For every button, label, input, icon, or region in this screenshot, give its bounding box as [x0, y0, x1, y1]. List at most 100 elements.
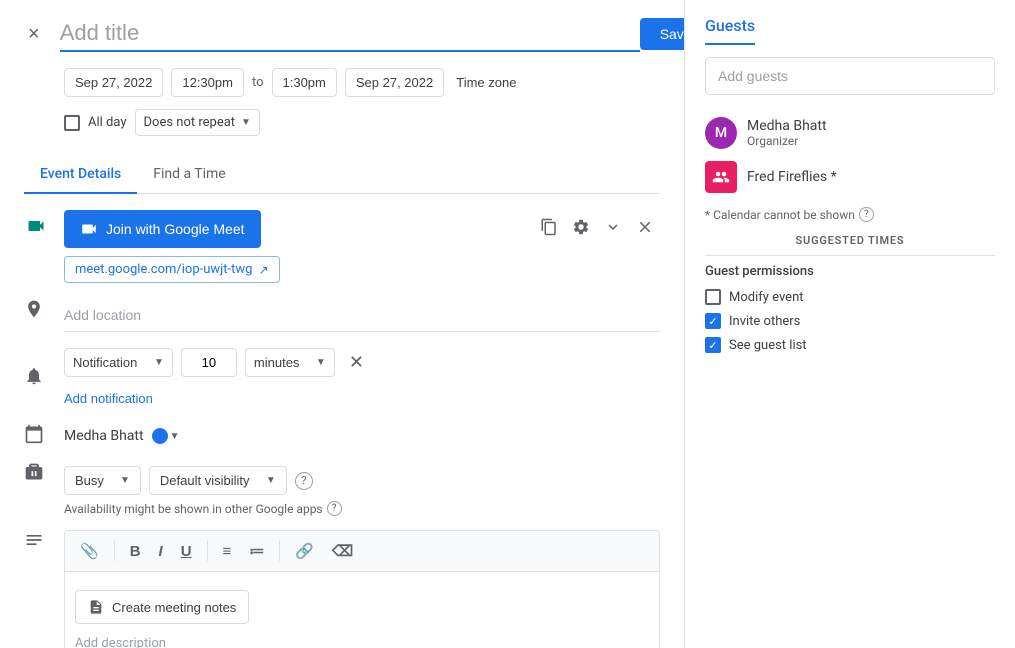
meet-url-text: meet.google.com/iop-uwjt-twg [75, 262, 252, 277]
guest-info: Fred Fireflies * [747, 169, 995, 185]
visibility-select[interactable]: Default visibility [160, 473, 262, 488]
guest-list: M Medha Bhatt Organizer Fred Fireflies * [705, 111, 995, 199]
text-toolbar: 📎 B I U ≡ ≔ 🔗 ⌫ [65, 531, 659, 572]
status-help-icon[interactable]: ? [295, 472, 313, 490]
copy-meet-link-button[interactable] [534, 212, 564, 247]
link-button[interactable]: 🔗 [288, 537, 321, 565]
description-icon [24, 530, 44, 550]
checkmark-icon: ✓ [708, 339, 717, 352]
calendar-icon [24, 424, 44, 444]
guest-role: Organizer [747, 134, 995, 148]
remove-format-button[interactable]: ⌫ [325, 537, 360, 565]
notification-type-wrapper[interactable]: Notification ▼ [64, 348, 173, 377]
attachment-button[interactable]: 📎 [73, 537, 106, 565]
notification-icon-container [24, 366, 48, 390]
see-guest-list-checkbox[interactable]: ✓ [705, 337, 721, 353]
invite-others-checkbox[interactable]: ✓ [705, 313, 721, 329]
busy-arrow-icon: ▼ [120, 475, 130, 486]
close-icon [636, 218, 654, 236]
notification-unit-wrapper[interactable]: minutes ▼ [245, 348, 335, 377]
calendar-row: Medha Bhatt ▼ [64, 428, 660, 444]
status-row: Busy ▼ Default visibility ▼ ? [64, 466, 660, 495]
meet-close-button[interactable] [630, 212, 660, 247]
notification-value-input[interactable] [181, 348, 237, 377]
cannot-show-help-icon[interactable]: ? [859, 207, 874, 222]
end-time-chip[interactable]: 1:30pm [272, 68, 337, 97]
color-arrow-icon: ▼ [170, 431, 180, 442]
tabs-container: Event Details Find a Time [24, 156, 660, 194]
availability-text: Availability might be shown in other Goo… [64, 501, 660, 516]
location-icon [24, 299, 44, 319]
list-item: M Medha Bhatt Organizer [705, 111, 995, 155]
repeat-arrow-icon: ▼ [241, 117, 251, 128]
notification-unit-select[interactable]: minutes [254, 355, 312, 370]
notification-type-select[interactable]: Notification [73, 355, 150, 370]
close-button[interactable]: × [24, 19, 44, 50]
guest-name: Fred Fireflies * [747, 169, 995, 185]
event-title-input[interactable] [60, 16, 640, 52]
repeat-dropdown[interactable]: Does not repeat ▼ [135, 109, 260, 136]
notes-icon [88, 599, 104, 615]
permission-row-invite: ✓ Invite others [705, 313, 995, 329]
create-meeting-notes-button[interactable]: Create meeting notes [75, 590, 249, 624]
allday-label: All day [88, 115, 127, 130]
repeat-label: Does not repeat [144, 115, 236, 130]
calendar-color-picker[interactable]: ▼ [152, 428, 180, 444]
chevron-down-icon [604, 218, 622, 236]
suggested-times-label: SUGGESTED TIMES [705, 234, 995, 247]
status-section: Busy ▼ Default visibility ▼ ? Availabili… [64, 462, 660, 516]
join-meet-button[interactable]: Join with Google Meet [64, 210, 261, 248]
availability-help-icon[interactable]: ? [327, 501, 342, 516]
location-input[interactable] [64, 299, 660, 332]
toolbar-divider-3 [279, 541, 280, 561]
description-section: 📎 B I U ≡ ≔ 🔗 ⌫ [64, 530, 660, 648]
tab-event-details[interactable]: Event Details [24, 156, 137, 194]
notif-unit-arrow-icon: ▼ [316, 357, 326, 368]
end-date-chip[interactable]: Sep 27, 2022 [345, 68, 444, 97]
modify-event-label: Modify event [729, 290, 804, 305]
add-description-placeholder[interactable]: Add description [75, 632, 649, 648]
meet-icon [80, 220, 98, 238]
add-notification-button[interactable]: Add notification [64, 387, 153, 410]
google-meet-icon [24, 214, 48, 238]
visibility-wrapper[interactable]: Default visibility ▼ [149, 466, 287, 495]
meet-expand-button[interactable] [598, 212, 628, 247]
notification-section: Notification ▼ minutes ▼ ✕ Add notificat… [64, 346, 660, 410]
status-icon-container [24, 462, 48, 486]
bell-icon [24, 366, 44, 386]
guest-name: Medha Bhatt [747, 118, 995, 134]
unordered-list-button[interactable]: ≔ [242, 537, 271, 565]
meet-settings-button[interactable] [566, 212, 596, 247]
allday-checkbox[interactable] [64, 115, 80, 131]
avatar [705, 161, 737, 193]
owner-name: Medha Bhatt [64, 428, 144, 444]
underline-button[interactable]: U [174, 538, 199, 565]
bold-button[interactable]: B [123, 538, 148, 565]
permission-row-modify: Modify event [705, 289, 995, 305]
start-date-chip[interactable]: Sep 27, 2022 [64, 68, 163, 97]
busy-status-wrapper[interactable]: Busy ▼ [64, 466, 141, 495]
description-content: Create meeting notes Add description [65, 572, 659, 648]
gear-icon [572, 218, 590, 236]
permission-row-see-guests: ✓ See guest list [705, 337, 995, 353]
avatar: M [705, 117, 737, 149]
add-guests-input[interactable] [705, 57, 995, 95]
timezone-button[interactable]: Time zone [452, 69, 520, 96]
description-icon-container [24, 530, 48, 554]
see-guest-list-label: See guest list [729, 338, 807, 353]
notification-row: Notification ▼ minutes ▼ ✕ [64, 346, 660, 379]
save-button[interactable]: Save [640, 18, 685, 50]
busy-status-select[interactable]: Busy [75, 473, 116, 488]
meet-url[interactable]: meet.google.com/iop-uwjt-twg ↗ [64, 256, 280, 283]
remove-notification-button[interactable]: ✕ [343, 346, 370, 379]
modify-event-checkbox[interactable] [705, 289, 721, 305]
tab-find-time[interactable]: Find a Time [137, 156, 242, 194]
start-time-chip[interactable]: 12:30pm [171, 68, 244, 97]
guest-info: Medha Bhatt Organizer [747, 118, 995, 148]
cannot-show-text: * Calendar cannot be shown ? [705, 207, 995, 222]
italic-button[interactable]: I [152, 538, 170, 565]
checkmark-icon: ✓ [708, 315, 717, 328]
ordered-list-button[interactable]: ≡ [216, 538, 239, 565]
notif-arrow-icon: ▼ [154, 357, 164, 368]
list-item: Fred Fireflies * [705, 155, 995, 199]
